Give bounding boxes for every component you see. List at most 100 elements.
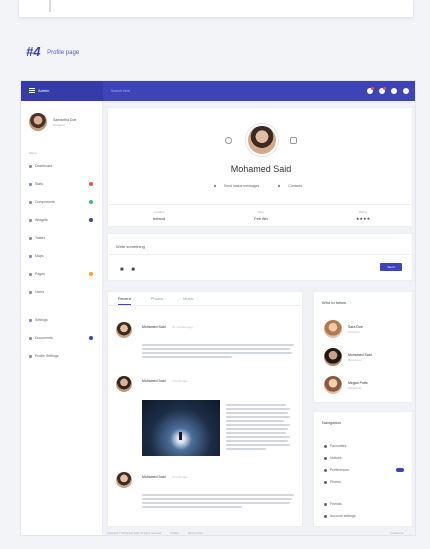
profile-name: Mohamed Said: [230, 164, 292, 174]
brand-label: Admin: [38, 88, 50, 93]
app-frame: Admin Search here Samantha Doe Designer …: [20, 80, 416, 536]
attach-icons[interactable]: ■ ■: [120, 267, 138, 273]
item-icon: [29, 290, 32, 294]
section-number: #4: [26, 44, 41, 59]
status-badge: [89, 200, 93, 204]
composer-input[interactable]: Write something: [116, 244, 145, 249]
sidebar-item[interactable]: Tables: [21, 229, 103, 247]
more-icon[interactable]: [403, 88, 409, 94]
text-line: [142, 352, 292, 354]
mail-icon[interactable]: [290, 137, 297, 144]
text-line: [226, 448, 266, 450]
post-author[interactable]: Mohamed Said: [142, 379, 166, 383]
follow-suggestion[interactable]: Sara Doe Designer: [324, 320, 363, 338]
tab-recent[interactable]: Recent: [118, 292, 131, 305]
follow-suggestion[interactable]: Mohamed Said Developer: [324, 348, 372, 366]
avatar: [324, 348, 342, 366]
tab-music[interactable]: Music: [183, 292, 193, 305]
text-line: [142, 356, 232, 358]
sidebar-item[interactable]: Dashboard: [21, 157, 103, 175]
section-subtitle: Profile page: [47, 49, 80, 56]
status-badge: [89, 336, 93, 340]
text-line: [142, 502, 290, 504]
nav-item[interactable]: Photos: [324, 480, 404, 484]
search-input[interactable]: Search here: [111, 89, 130, 93]
sidebar-item[interactable]: Maps: [21, 247, 103, 265]
sidebar-item[interactable]: Users: [21, 283, 103, 301]
strip-divider: [49, 0, 51, 12]
nav-item[interactable]: Account settings: [324, 514, 404, 518]
post-image[interactable]: [142, 400, 220, 456]
section-title: #4 Profile page: [26, 44, 79, 59]
activity-feed: Recent Photos Music Mohamed Said 20 minu…: [107, 291, 303, 527]
terms-link[interactable]: Terms of Use: [188, 532, 203, 535]
sidebar-user[interactable]: Samantha Doe Designer: [29, 113, 76, 131]
item-icon: [29, 318, 32, 322]
text-line: [226, 432, 286, 434]
text-line: [226, 440, 288, 442]
menu-heading: Menu: [29, 151, 37, 155]
item-icon: [29, 254, 32, 258]
text-line: [142, 494, 294, 496]
post-author[interactable]: Mohamed Said: [142, 325, 166, 329]
card-title: Navigation: [322, 420, 341, 425]
brand[interactable]: Admin: [21, 81, 103, 101]
profile-card: Mohamed Said Send status messages Contac…: [107, 107, 414, 227]
who-to-follow-card: Who to follow Sara Doe Designer Mohamed S…: [313, 291, 413, 403]
notification-icon[interactable]: [367, 87, 374, 94]
item-icon: [29, 336, 32, 340]
nav-item[interactable]: Friends: [324, 502, 404, 506]
topbar: Admin Search here: [21, 81, 415, 101]
avatar[interactable]: [116, 472, 132, 488]
avatar: [324, 320, 342, 338]
divider: [108, 254, 412, 255]
feed-post: Mohamed Said 2 hours ago: [116, 376, 298, 466]
profile-avatar: [246, 124, 278, 156]
message-icon[interactable]: [379, 87, 386, 94]
item-icon: [29, 236, 32, 240]
status-badge: [89, 182, 93, 186]
item-icon: [29, 200, 32, 204]
search-icon[interactable]: [391, 88, 397, 94]
sidebar-item[interactable]: Widgets: [21, 211, 103, 229]
contacts-link[interactable]: Contacts: [278, 184, 308, 188]
send-button[interactable]: Send: [380, 263, 402, 271]
nav-item[interactable]: Notices: [324, 456, 404, 460]
main-content: Mohamed Said Send status messages Contac…: [103, 101, 415, 535]
sidebar-item[interactable]: Components: [21, 193, 103, 211]
sidebar: Samantha Doe Designer Menu Dashboard Sta…: [21, 101, 103, 535]
sidebar-item[interactable]: Stats: [21, 175, 103, 193]
status-badge: [89, 218, 93, 222]
privacy-link[interactable]: Privacy: [170, 532, 179, 535]
nav-item[interactable]: Preferences: [324, 468, 404, 472]
stat-location: Location Ireland: [152, 210, 166, 221]
sidebar-item[interactable]: Pages: [21, 265, 103, 283]
sidebar-item[interactable]: Profile Settings: [21, 347, 103, 365]
text-line: [226, 428, 288, 430]
count-badge: [396, 468, 404, 472]
follow-suggestion[interactable]: Megan Potts Marketing: [324, 376, 368, 394]
avatar: [29, 113, 47, 131]
previous-section-strip: [18, 0, 414, 18]
nav-item[interactable]: Favourites: [324, 444, 404, 448]
post-author[interactable]: Mohamed Said: [142, 475, 166, 479]
sidebar-item[interactable]: Settings: [21, 311, 103, 329]
item-icon: [29, 218, 32, 222]
avatar[interactable]: [116, 322, 132, 338]
text-line: [226, 436, 290, 438]
post-time: 5 hours ago: [172, 475, 188, 479]
text-line: [226, 424, 290, 426]
avatar[interactable]: [116, 376, 132, 392]
sidebar-item[interactable]: Documents: [21, 329, 103, 347]
menu-icon[interactable]: [29, 90, 35, 92]
text-line: [226, 444, 290, 446]
contact-link[interactable]: Contact us: [391, 532, 403, 535]
heart-icon[interactable]: [225, 137, 232, 144]
sidebar-menu: Dashboard Stats Components Widgets Table…: [21, 157, 103, 365]
tab-photos[interactable]: Photos: [151, 292, 163, 305]
navigation-card: Navigation Favourites Notices Preference…: [313, 411, 413, 527]
text-line: [226, 408, 290, 410]
text-line: [226, 416, 290, 418]
send-status-link[interactable]: Send status messages: [213, 184, 265, 188]
item-icon: [29, 182, 32, 186]
